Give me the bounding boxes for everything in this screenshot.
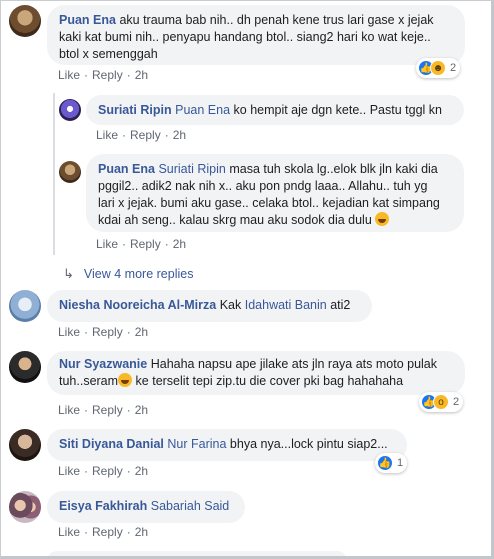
mention-link[interactable]: Sabariah Said: [151, 499, 230, 513]
reply-button[interactable]: Reply: [130, 128, 161, 142]
like-button[interactable]: Like: [58, 464, 80, 478]
reaction-count: 2: [450, 62, 457, 74]
timestamp[interactable]: 2h: [135, 403, 148, 417]
reaction-summary[interactable]: 👍 ☻ 2: [416, 58, 461, 78]
mention-link[interactable]: Suriati Ripin: [158, 162, 225, 176]
comments-panel: Puan Ena aku trauma bab nih.. dh penah k…: [0, 0, 494, 559]
comment-text: Hahaha napsu ape jilake ats jln raya ats…: [150, 357, 438, 371]
comment-text: ati2: [330, 298, 351, 312]
commenter-name[interactable]: Puan Ena: [59, 13, 116, 27]
reply-bubble: Puan Ena Suriati Ripin masa tuh skola lg…: [86, 154, 464, 232]
comment-text: ke terselit tepi zip.tu die cover pki ba…: [135, 374, 404, 388]
comment-text: bhya nya...lock pintu siap2...: [229, 437, 388, 451]
comment-text: ko hempit aje dgn kete.. Pastu tggl kn: [233, 103, 442, 117]
comment-actions: Like · Reply · 2h: [58, 464, 149, 478]
comment-text: lari x jejak. bumi aku gase.. celaka bto…: [98, 196, 440, 210]
comment-text: tuh..seram: [59, 374, 119, 388]
reaction-summary[interactable]: 👍 1: [375, 453, 408, 473]
like-button[interactable]: Like: [58, 403, 80, 417]
comment-text: Kak: [219, 298, 242, 312]
comment-text: btol x semenggah: [59, 47, 158, 61]
comment-bubble: Puan Ena aku trauma bab nih.. dh penah k…: [47, 5, 465, 65]
reply-button[interactable]: Reply: [92, 464, 123, 478]
reply-button[interactable]: Reply: [130, 237, 161, 251]
commenter-name[interactable]: Siti Diyana Danial: [59, 437, 164, 451]
comment-text: kaki kat bumi nih.. penyapu handang btol…: [59, 30, 431, 44]
comment-bubble: Nur Syazwanie Hahaha napsu ape jilake at…: [47, 351, 465, 395]
laughing-emoji-icon: [118, 373, 133, 387]
mention-link[interactable]: Nur Farina: [167, 437, 226, 451]
reply-button[interactable]: Reply: [92, 525, 123, 539]
avatar[interactable]: [59, 99, 81, 121]
like-button[interactable]: Like: [58, 525, 80, 539]
commenter-name[interactable]: Eisya Fakhirah: [59, 499, 147, 513]
thread-line: [53, 93, 55, 255]
comment-actions: Like · Reply · 2h: [58, 325, 149, 339]
timestamp[interactable]: 2h: [135, 464, 148, 478]
commenter-name[interactable]: Puan Ena: [98, 162, 155, 176]
comment-actions: Like · Reply · 2h: [96, 237, 187, 251]
reply-button[interactable]: Reply: [92, 325, 123, 339]
like-button[interactable]: Like: [58, 325, 80, 339]
reply-bubble: Suriati Ripin Puan Ena ko hempit aje dgn…: [86, 95, 464, 125]
comment-text: pggil2.. adik2 nak nih x.. aku pon pndg …: [98, 179, 428, 193]
reply-button[interactable]: Reply: [92, 403, 123, 417]
wow-icon: o: [433, 394, 449, 410]
comment-actions: Like · Reply · 2h: [58, 525, 149, 539]
like-button[interactable]: Like: [96, 237, 118, 251]
timestamp[interactable]: 2h: [173, 237, 186, 251]
avatar[interactable]: [9, 429, 41, 461]
avatar[interactable]: [59, 161, 81, 183]
reaction-count: 1: [397, 457, 404, 469]
timestamp[interactable]: 2h: [135, 325, 148, 339]
timestamp[interactable]: 2h: [173, 128, 186, 142]
like-icon: 👍: [377, 455, 393, 471]
avatar[interactable]: [9, 491, 41, 523]
commenter-name[interactable]: Niesha Nooreicha Al-Mirza: [59, 298, 216, 312]
haha-icon: ☻: [430, 60, 446, 76]
comment-bubble: Eisya Fakhirah Sabariah Said: [47, 491, 245, 523]
comment-text: kdai ah seng.. kalau skrg mau aku sodok …: [98, 213, 372, 227]
comment-actions: Like · Reply · 2h: [58, 68, 149, 82]
timestamp[interactable]: 2h: [135, 68, 148, 82]
avatar[interactable]: [9, 351, 41, 383]
commenter-name[interactable]: Suriati Ripin: [98, 103, 172, 117]
reaction-summary[interactable]: 👍 o 2: [419, 392, 464, 412]
laughing-emoji-icon: [375, 212, 390, 226]
comment-bubble: Siti Diyana Danial Nur Farina bhya nya..…: [47, 429, 407, 461]
commenter-name[interactable]: Nur Syazwanie: [59, 357, 147, 371]
comment-text: aku trauma bab nih.. dh penah kene trus …: [119, 13, 434, 27]
comment-bubble-partial: [47, 551, 347, 556]
mention-link[interactable]: Puan Ena: [175, 103, 230, 117]
timestamp[interactable]: 2h: [135, 525, 148, 539]
like-button[interactable]: Like: [96, 128, 118, 142]
reply-button[interactable]: Reply: [92, 68, 123, 82]
reply-arrow-icon: ↳: [63, 266, 74, 281]
comment-actions: Like · Reply · 2h: [58, 403, 149, 417]
mention-link[interactable]: Idahwati Banin: [245, 298, 327, 312]
like-button[interactable]: Like: [58, 68, 80, 82]
avatar[interactable]: [9, 5, 41, 37]
view-more-label: View 4 more replies: [83, 267, 194, 281]
reaction-count: 2: [453, 396, 460, 408]
comment-bubble: Niesha Nooreicha Al-Mirza Kak Idahwati B…: [47, 290, 372, 322]
comment-actions: Like · Reply · 2h: [96, 128, 187, 142]
avatar[interactable]: [9, 290, 41, 322]
view-more-replies-link[interactable]: ↳ View 4 more replies: [63, 266, 193, 282]
comment-text: masa tuh skola lg..elok blk jln kaki dia: [229, 162, 438, 176]
